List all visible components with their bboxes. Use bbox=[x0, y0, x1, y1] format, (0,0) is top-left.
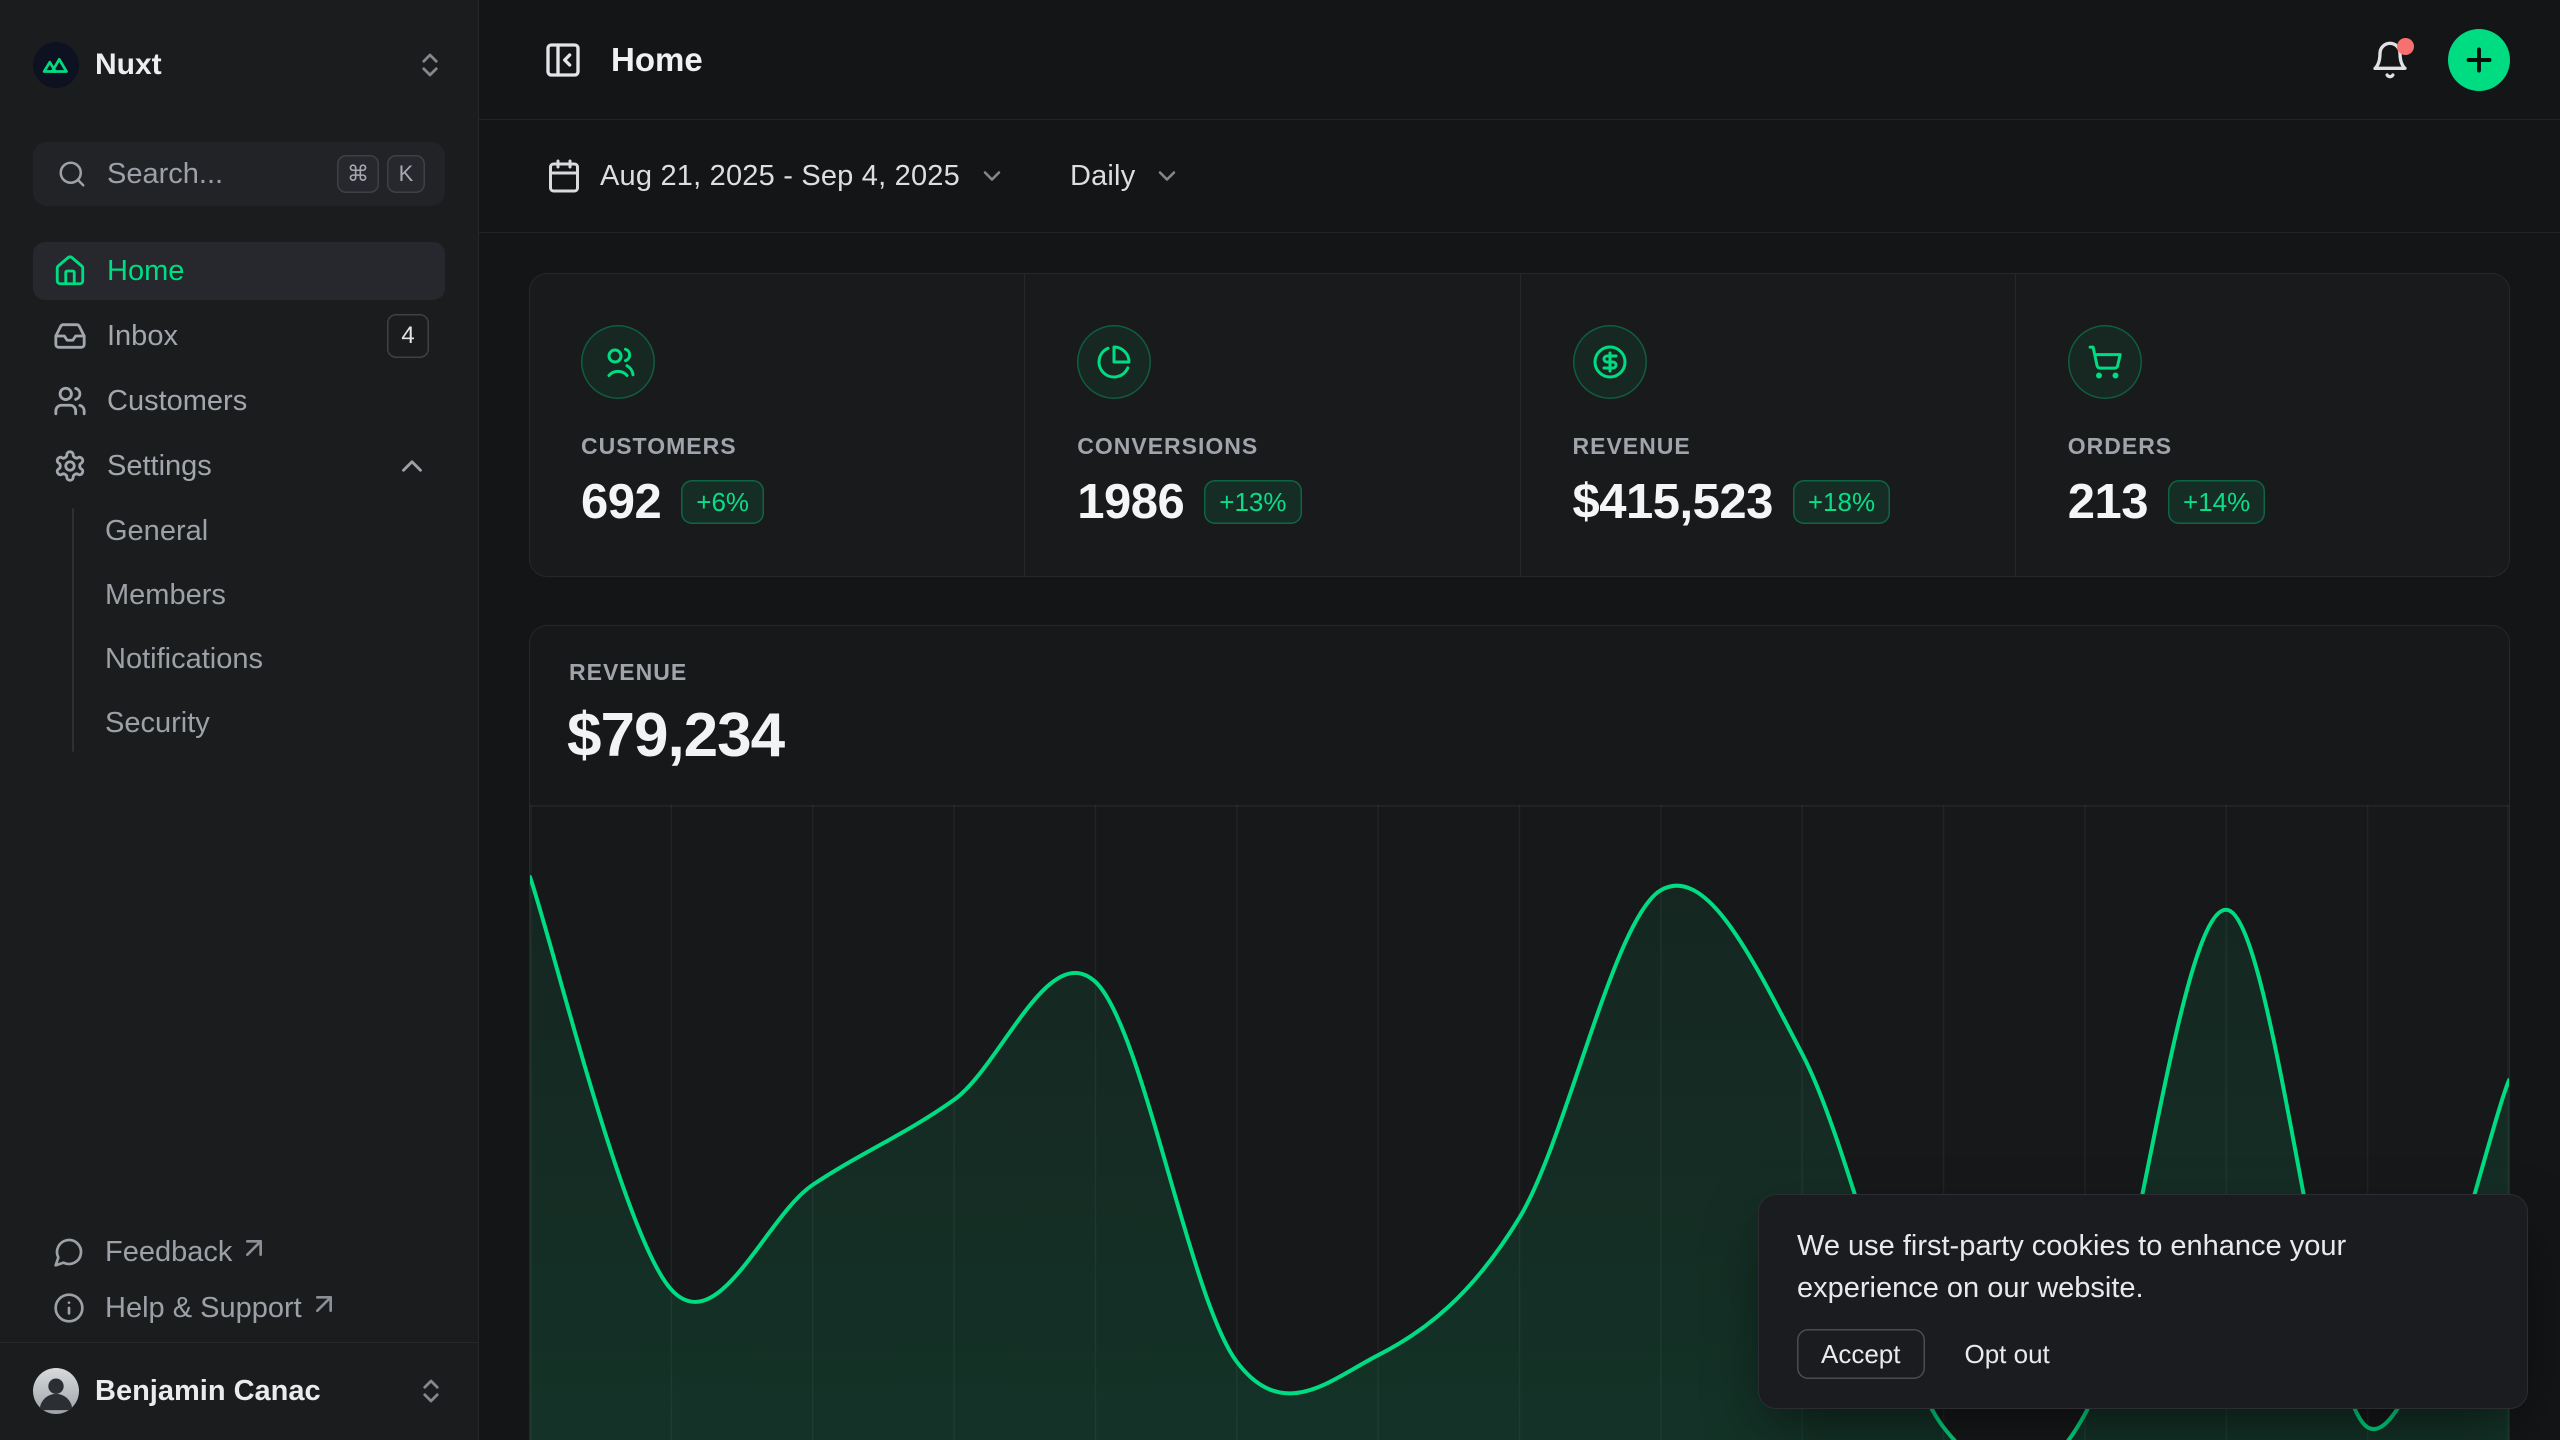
sidebar-subitem-label: Security bbox=[105, 707, 210, 740]
chevrons-up-down-icon bbox=[415, 50, 445, 80]
stat-label: CUSTOMERS bbox=[581, 433, 984, 460]
arrow-up-right-icon bbox=[308, 1288, 340, 1320]
cookie-banner: We use first-party cookies to enhance yo… bbox=[1758, 1194, 2528, 1409]
stat-delta-badge: +14% bbox=[2168, 480, 2265, 524]
kbd-cmd: ⌘ bbox=[337, 155, 379, 193]
users-round-icon bbox=[600, 344, 636, 380]
user-name: Benjamin Canac bbox=[95, 1375, 321, 1408]
cookie-optout-button[interactable]: Opt out bbox=[1965, 1339, 2050, 1370]
sidebar-subitem-label: Notifications bbox=[105, 643, 263, 676]
date-range-picker[interactable]: Aug 21, 2025 - Sep 4, 2025 bbox=[546, 158, 1006, 194]
dollar-circle-icon bbox=[1592, 344, 1628, 380]
stat-delta-badge: +18% bbox=[1793, 480, 1890, 524]
sidebar-subitem-general[interactable]: General bbox=[33, 502, 445, 560]
home-icon bbox=[53, 254, 87, 288]
sidebar-item-customers[interactable]: Customers bbox=[33, 372, 445, 430]
search-shortcut: ⌘ K bbox=[337, 155, 425, 193]
sidebar-item-label: Inbox bbox=[107, 320, 178, 353]
panel-left-close-icon bbox=[543, 40, 583, 80]
notifications-button[interactable] bbox=[2370, 40, 2410, 80]
stat-customers[interactable]: CUSTOMERS 692 +6% bbox=[529, 273, 1024, 577]
page-header: Home bbox=[479, 0, 2560, 120]
sidebar-footer-nav: Feedback Help & Support bbox=[33, 1224, 445, 1336]
sidebar-subitem-label: Members bbox=[105, 579, 226, 612]
sidebar-item-label: Feedback bbox=[105, 1236, 232, 1269]
cookie-accept-button[interactable]: Accept bbox=[1797, 1329, 1925, 1379]
calendar-icon bbox=[546, 158, 582, 194]
stat-label: CONVERSIONS bbox=[1077, 433, 1479, 460]
sidebar: Nuxt Search... ⌘ K Home Inbox 4 Customers Se… bbox=[0, 0, 479, 1440]
user-menu[interactable]: Benjamin Canac bbox=[20, 1356, 458, 1426]
sidebar-item-label: Customers bbox=[107, 385, 247, 418]
chevron-down-icon bbox=[978, 162, 1006, 190]
sidebar-item-label: Home bbox=[107, 255, 184, 288]
divider bbox=[0, 1342, 478, 1343]
filters-toolbar: Aug 21, 2025 - Sep 4, 2025 Daily bbox=[479, 120, 2560, 233]
cookie-message: We use first-party cookies to enhance yo… bbox=[1797, 1225, 2489, 1309]
page-title: Home bbox=[611, 41, 703, 79]
nuxt-logo-icon bbox=[33, 42, 79, 88]
chevrons-up-down-icon bbox=[416, 1376, 446, 1406]
workspace-switcher[interactable]: Nuxt bbox=[33, 38, 445, 92]
chevron-down-icon bbox=[1153, 162, 1181, 190]
cookie-actions: Accept Opt out bbox=[1797, 1329, 2489, 1379]
pie-chart-icon bbox=[1096, 344, 1132, 380]
add-button[interactable] bbox=[2448, 29, 2510, 91]
sidebar-item-label: Settings bbox=[107, 450, 212, 483]
stat-icon-badge bbox=[1573, 325, 1647, 399]
shopping-cart-icon bbox=[2087, 344, 2123, 380]
stat-orders[interactable]: ORDERS 213 +14% bbox=[2015, 273, 2510, 577]
kbd-k: K bbox=[387, 155, 425, 193]
date-range-label: Aug 21, 2025 - Sep 4, 2025 bbox=[600, 160, 960, 193]
stat-label: REVENUE bbox=[1573, 433, 1975, 460]
message-bubble-icon bbox=[53, 1236, 85, 1268]
sidebar-item-inbox[interactable]: Inbox 4 bbox=[33, 307, 445, 365]
search-placeholder: Search... bbox=[107, 158, 223, 191]
gear-icon bbox=[53, 449, 87, 483]
sidebar-item-settings[interactable]: Settings bbox=[33, 437, 445, 495]
chevron-up-icon bbox=[395, 449, 429, 483]
dashboard-app: Nuxt Search... ⌘ K Home Inbox 4 Customers Se… bbox=[0, 0, 2560, 1440]
sidebar-subitem-notifications[interactable]: Notifications bbox=[33, 630, 445, 688]
users-icon bbox=[53, 384, 87, 418]
workspace-name: Nuxt bbox=[95, 48, 162, 82]
granularity-select[interactable]: Daily bbox=[1070, 160, 1181, 193]
revenue-chart-total: $79,234 bbox=[567, 700, 2510, 771]
stat-value: 213 bbox=[2068, 474, 2148, 530]
inbox-icon bbox=[53, 319, 87, 353]
sidebar-subitem-security[interactable]: Security bbox=[33, 694, 445, 752]
stat-value: 1986 bbox=[1077, 474, 1184, 530]
stat-icon-badge bbox=[2068, 325, 2142, 399]
header-actions bbox=[2370, 29, 2510, 91]
granularity-label: Daily bbox=[1070, 160, 1135, 193]
stat-revenue[interactable]: REVENUE $415,523 +18% bbox=[1520, 273, 2015, 577]
info-circle-icon bbox=[53, 1292, 85, 1324]
search-icon bbox=[57, 159, 87, 189]
notification-dot bbox=[2397, 38, 2414, 55]
stat-delta-badge: +6% bbox=[681, 480, 764, 524]
inbox-count-badge: 4 bbox=[387, 314, 429, 358]
sidebar-collapse-button[interactable] bbox=[543, 40, 583, 80]
sidebar-nav: Home Inbox 4 Customers Settings General Member… bbox=[33, 242, 445, 764]
stat-delta-badge: +13% bbox=[1204, 480, 1301, 524]
stat-icon-badge bbox=[581, 325, 655, 399]
avatar bbox=[33, 1368, 79, 1414]
sidebar-sub-list: General Members Notifications Security bbox=[33, 502, 445, 758]
sidebar-item-label: Help & Support bbox=[105, 1292, 302, 1325]
arrow-up-right-icon bbox=[238, 1232, 270, 1264]
sidebar-item-home[interactable]: Home bbox=[33, 242, 445, 300]
stat-conversions[interactable]: CONVERSIONS 1986 +13% bbox=[1024, 273, 1519, 577]
plus-icon bbox=[2461, 42, 2497, 78]
revenue-chart-label: REVENUE bbox=[569, 659, 2510, 686]
stats-card: CUSTOMERS 692 +6% CONVERSIONS 1986 +13% REVENU… bbox=[529, 273, 2510, 577]
stat-value: 692 bbox=[581, 474, 661, 530]
stat-value: $415,523 bbox=[1573, 474, 1773, 530]
sidebar-item-help-support[interactable]: Help & Support bbox=[33, 1280, 445, 1336]
sidebar-item-feedback[interactable]: Feedback bbox=[33, 1224, 445, 1280]
sidebar-subitem-members[interactable]: Members bbox=[33, 566, 445, 624]
stat-label: ORDERS bbox=[2068, 433, 2470, 460]
search-input[interactable]: Search... ⌘ K bbox=[33, 142, 445, 206]
stat-icon-badge bbox=[1077, 325, 1151, 399]
sidebar-subitem-label: General bbox=[105, 515, 208, 548]
